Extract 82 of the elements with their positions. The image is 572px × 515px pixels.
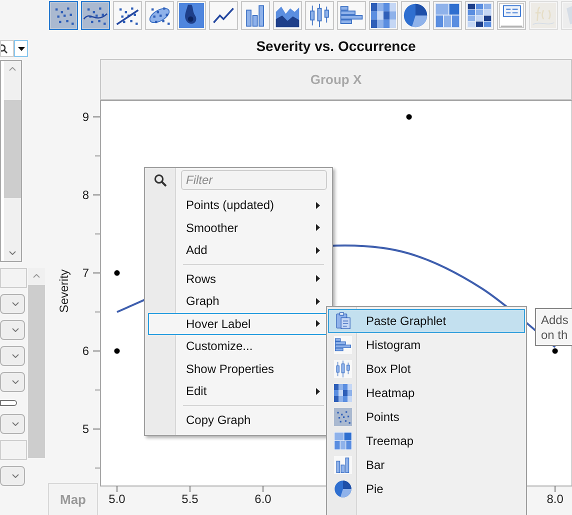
formula-icon	[531, 3, 556, 28]
chart-type-button[interactable]	[369, 1, 398, 30]
menu-item[interactable]: Rows	[148, 268, 329, 290]
data-point	[552, 348, 558, 354]
box-plot-icon	[307, 3, 332, 28]
chart-type-button[interactable]	[465, 1, 494, 30]
heatmap-icon	[334, 384, 352, 402]
submenu-item[interactable]: Box Plot	[328, 357, 525, 381]
input-field[interactable]	[0, 268, 27, 288]
contour-icon	[179, 3, 204, 28]
chart-type-button[interactable]	[209, 1, 238, 30]
chevron-up-icon	[9, 67, 16, 71]
submenu-item[interactable]: Heatmap	[328, 381, 525, 405]
pie-chart-icon	[403, 3, 428, 28]
chart-type-button[interactable]	[177, 1, 206, 30]
submenu-item[interactable]: Points	[328, 405, 525, 429]
chevron-down-icon	[12, 302, 19, 306]
y-tick-label: 6	[82, 344, 89, 358]
menu-item[interactable]: Points (updated)	[148, 194, 329, 216]
menu-item[interactable]: Edit	[148, 380, 329, 402]
y-tick-label: 5	[82, 422, 89, 436]
search-icon	[154, 174, 167, 186]
menu-item[interactable]: Show Properties	[148, 358, 329, 380]
treemap-icon	[334, 432, 352, 450]
search-combo[interactable]	[0, 40, 14, 57]
chevron-down-icon	[12, 380, 19, 384]
scatter-plot-icon	[334, 408, 352, 426]
chevron-down-icon	[9, 251, 16, 255]
scrollbar[interactable]	[4, 61, 21, 261]
menu-item[interactable]: Customize...	[148, 335, 329, 358]
chart-type-button[interactable]	[145, 1, 174, 30]
bar-chart-icon	[334, 456, 352, 474]
filter-field[interactable]: Filter	[181, 170, 327, 190]
y-tick-label: 7	[82, 266, 89, 280]
x-tick-label: 8.0	[546, 492, 564, 506]
y-tick-label: 9	[82, 110, 89, 124]
tooltip-text: Adds	[541, 313, 570, 328]
data-point	[406, 114, 412, 120]
caption-box-icon	[499, 3, 524, 28]
slider-track[interactable]	[0, 400, 17, 406]
tooltip-text: on th	[541, 328, 569, 343]
x-tick-label: 6.0	[254, 492, 272, 506]
box-plot-icon	[334, 360, 352, 378]
submenu-item[interactable]: Bar	[328, 453, 525, 477]
mosaic-icon	[467, 3, 492, 28]
submenu-item[interactable]: Histogram	[328, 333, 525, 357]
chart-type-button[interactable]	[401, 1, 430, 30]
heatmap-icon	[371, 3, 396, 28]
menu-item[interactable]: Copy Graph	[148, 408, 329, 431]
x-tick-label: 5.0	[108, 492, 126, 506]
menu-item[interactable]: Add	[148, 239, 329, 262]
graph-title: Severity vs. Occurrence	[255, 37, 417, 56]
input-field[interactable]	[0, 440, 27, 460]
menu-item[interactable]: Graph	[148, 290, 329, 312]
scrollbar-thumb[interactable]	[4, 100, 21, 198]
smoother-plot-icon	[83, 3, 108, 28]
clipboard-icon	[334, 312, 352, 330]
menu-item[interactable]: Hover Label	[148, 312, 329, 335]
x-tick-label: 5.5	[182, 492, 198, 506]
chevron-down-icon	[12, 328, 19, 332]
group-header: Group X	[100, 59, 572, 100]
submenu-item[interactable]: Paste Graphlet	[328, 309, 525, 333]
y-axis-title: Severity	[57, 269, 71, 313]
submenu-item[interactable]: Pie	[328, 477, 525, 501]
treemap-icon	[435, 3, 460, 28]
chevron-down-icon	[12, 422, 19, 426]
dropdown-arrow-icon	[18, 46, 24, 50]
pie-chart-icon	[334, 480, 352, 498]
chevron-down-icon	[12, 354, 19, 358]
dropdown-button[interactable]	[14, 40, 28, 57]
chevron-up-icon	[33, 274, 40, 278]
submenu-item[interactable]: Treemap	[328, 429, 525, 453]
data-point	[114, 348, 120, 354]
histogram-icon	[334, 336, 352, 354]
menu-item[interactable]: Smoother	[148, 216, 329, 239]
chart-type-button[interactable]	[273, 1, 302, 30]
scatter-plot-icon	[51, 3, 76, 28]
data-point	[114, 270, 120, 276]
chevron-down-icon	[12, 474, 19, 478]
y-tick-label: 8	[82, 188, 89, 202]
chart-type-button[interactable]	[113, 1, 142, 30]
search-icon	[1, 44, 9, 54]
